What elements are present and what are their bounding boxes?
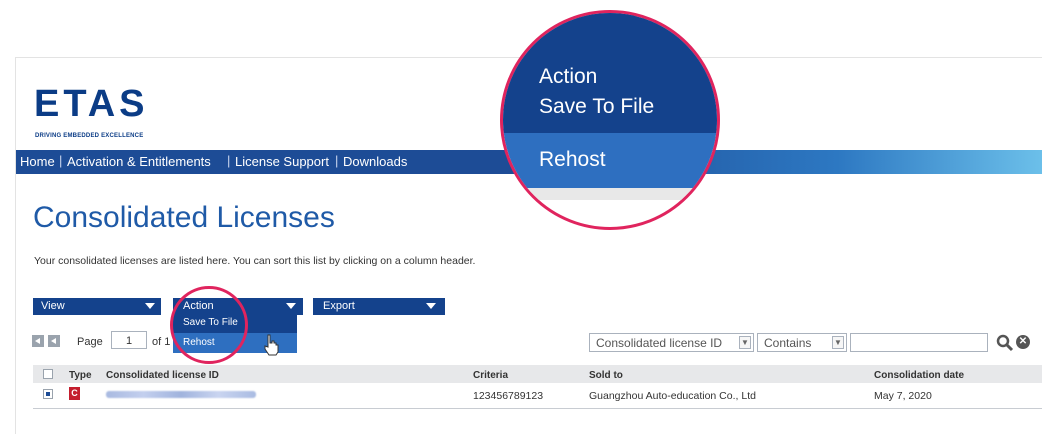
nav-item-license-support[interactable]: License Support	[235, 154, 329, 169]
column-header-license-id[interactable]: Consolidated license ID	[106, 370, 219, 381]
row-checkbox[interactable]	[43, 389, 53, 399]
page-title: Consolidated Licenses	[33, 201, 335, 234]
license-id-link[interactable]	[106, 391, 256, 398]
zoom-action-label: Action	[539, 65, 598, 88]
chevron-down-icon	[286, 303, 296, 309]
row-criteria: 123456789123	[473, 390, 544, 402]
zoom-rehost-label: Rehost	[539, 148, 606, 171]
chevron-down-icon	[426, 303, 436, 309]
column-header-type[interactable]: Type	[69, 370, 92, 381]
filter-field-value: Consolidated license ID	[596, 336, 723, 350]
column-header-criteria[interactable]: Criteria	[473, 370, 508, 381]
page-count: of 1	[152, 336, 171, 348]
zoom-rehost-highlight	[503, 133, 717, 188]
page-label: Page	[77, 336, 103, 348]
row-divider	[33, 408, 1042, 409]
page-number-input[interactable]: 1	[111, 331, 147, 349]
pointer-cursor-icon	[264, 334, 279, 356]
license-type-badge: C	[69, 387, 80, 400]
filter-field-select[interactable]: Consolidated license ID ▼	[589, 333, 754, 352]
logo-tagline: DRIVING EMBEDDED EXCELLENCE	[35, 133, 144, 139]
nav-item-home[interactable]: Home	[20, 154, 55, 169]
row-sold-to: Guangzhou Auto-education Co., Ltd	[589, 390, 756, 402]
etas-logo: ETAS	[34, 83, 149, 125]
view-label: View	[41, 300, 65, 312]
chevron-down-icon: ▼	[739, 336, 751, 349]
chevron-down-icon	[145, 303, 155, 309]
nav-separator: |	[227, 153, 231, 168]
row-consolidation-date: May 7, 2020	[874, 390, 932, 402]
export-dropdown[interactable]: Export	[313, 298, 445, 315]
nav-separator: |	[335, 153, 339, 168]
select-all-checkbox[interactable]	[43, 369, 53, 379]
clear-icon[interactable]: ✕	[1016, 335, 1030, 349]
filter-operator-select[interactable]: Contains ▼	[757, 333, 847, 352]
nav-separator: |	[59, 153, 63, 168]
export-label: Export	[323, 300, 355, 312]
nav-item-downloads[interactable]: Downloads	[343, 154, 407, 169]
prev-page-icon[interactable]	[48, 335, 60, 347]
view-dropdown[interactable]: View	[33, 298, 161, 315]
page-description: Your consolidated licenses are listed he…	[34, 255, 476, 267]
filter-operator-value: Contains	[764, 336, 812, 350]
column-header-consolidation-date[interactable]: Consolidation date	[874, 370, 964, 381]
zoom-save-label: Save To File	[539, 95, 655, 118]
chevron-down-icon: ▼	[832, 336, 844, 349]
highlight-circle	[170, 286, 248, 364]
zoom-row-strip	[503, 188, 717, 200]
column-header-sold-to[interactable]: Sold to	[589, 370, 623, 381]
search-icon[interactable]	[996, 334, 1014, 352]
search-input[interactable]	[850, 333, 988, 352]
zoom-callout: Action Save To File Rehost	[500, 10, 720, 230]
first-page-icon[interactable]	[32, 335, 44, 347]
nav-item-activation[interactable]: Activation & Entitlements	[67, 154, 211, 169]
